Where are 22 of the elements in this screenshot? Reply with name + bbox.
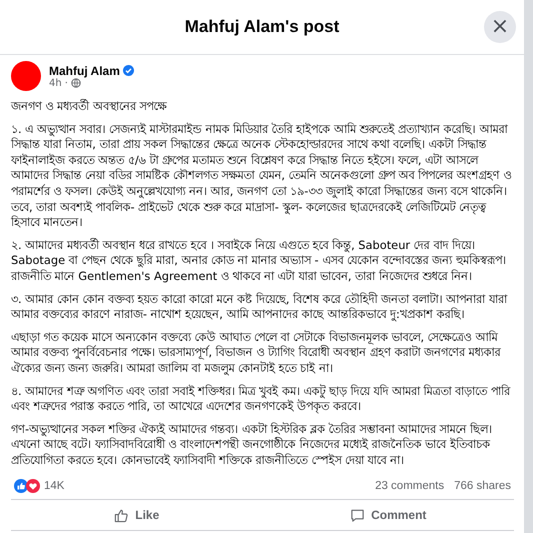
reaction-count[interactable]: 14K — [44, 480, 64, 492]
post-paragraph: ৪. আমাদের শত্রু অগণিত এবং তারা সবাই শক্তিধর। মিত্র খুবই কম। একটু ছাড় দিয়ে যদি আমরা মিত্রতা বাড়াতে পারি এবং শত্রুদের পরাস্ত করতে পারি, তা আখেরে এদেশের জনগণকেই উপকৃত করবে। — [11, 384, 512, 415]
action-button[interactable]: Comment — [262, 500, 514, 530]
share-count[interactable]: 766 shares — [454, 480, 511, 492]
like-reaction-icon — [14, 479, 28, 494]
thumbs-up-icon — [114, 508, 130, 523]
post-paragraph: গণ-অভ্যুত্থানের সকল শক্তির ঐক্যই আমাদের গন্তব্য। একটা হিস্টরিক ব্লক তৈরির সম্ভাবনা আমাদের সামনে ছিল। এখনো আছে বটে। ফ্যাসিবাদবিরোধী ও বাংলাদেশপন্থী জনগোষ্ঠীকে নিজেদের মধ্যেই রাজনৈতিক ভাবে ইতিবাচক প্রতিযোগিতা করতে হবে। কোনভাবেই ফ্যাসিবাদী শক্তিকে রাজনীতিতে স্পেইস দেয়া যাবে না। — [11, 422, 494, 468]
post-paragraph: জনগণ ও মধ্যবর্তী অবস্থানের সপক্ষে — [11, 99, 168, 115]
author-name[interactable]: Mahfuj Alam — [49, 64, 120, 78]
speech-bubble-icon — [350, 508, 366, 523]
close-button[interactable]: × — [484, 11, 516, 43]
action-button[interactable]: Like — [11, 500, 262, 530]
post-paragraph: ২. আমাদের মধ্যবর্তী অবস্থান ধরে রাখতে হবে । সবাইকে নিয়ে এগুতে হবে কিন্তু, Saboteur দের বাদ দিয়ে। Sabotage বা পেছন থেকে ছুরি মারা, অনার কোড না মানার অভ্যাস - এসব যেকোন বন্দোবস্তের জন্য হুমকিস্বরূপ। রাজনীতি মানে Gentlemen's Agreement ও থাকবে না এটা যারা ভাবেন, তারা নিজেদের শুধরে নিন। — [11, 238, 507, 285]
post-paragraph: এছাড়া গত কয়েক মাসে অন্যকোন বক্তব্যে কেউ আঘাত পেলে বা সেটাকে বিভাজনমূলক ভাবলে, সেক্ষেত্রেও আমি আমার বক্তব্য পুনর্বিবেচনার পক্ষে। ভারসাম্যপূর্ণ, বিভাজন ও ট্যাগিং বিরোধী অবস্থান গ্রহণ করাটা জনগণের মধ্যকার ঐক্যের জন্য জন্য জরুরি। আমরা জালিম বা মজলুম কোনটাই হতে চাই না। — [11, 330, 502, 376]
post-paragraph: ৩. আমার কোন কোন বক্তব্য হয়ত কারো কারো মনে কষ্ট দিয়েছে, বিশেষ করে তৌহিদী জনতা বলাটা। আপনারা যারা আমার বক্তব্যের কারণে নারাজ- নাখোশ হয়েছেন, আমি আপনাদের কাছে আন্তরিকভাবে দু:খপ্রকাশ করছি। — [11, 292, 508, 323]
heart-reaction-icon — [26, 479, 40, 494]
post-paragraph: ১. এ অভ্যুত্থান সবার। সেজন্যই মাস্টারমাইন্ড নামক মিডিয়ার তৈরি হাইপকে আমি শুরুতেই প্রত্যাখ্যান করেছি। আমরা সিদ্ধান্ত যারা নিতাম, তারা প্রায় সকল সিদ্ধান্তের ক্ষেত্রে অনেক স্টেকহোল্ডারদের সাথে কথা বলেছি। একটা সিদ্ধান্ত ফাইনালাইজ করতে অন্তত ৫/৬ টা গ্রুপের মতামত শুনে বিশ্লেষণ করে সিদ্ধান্ত নিতে হইসে। ফলে, এটা আসলে আমাদের সিদ্ধান্ত নেয়া বডির সামষ্টিক কৌশলগত সক্ষমতা যেমন, তেমনি অনেকগুলো গ্রুপ অব পিপলের অংশগ্রহণ ও পরামর্শের ও ফসল। কেউই অনুল্লেখযোগ্য নন। আর, জনগণ তো ১৯-৩৩ জুলাই কারো সিদ্ধান্তের জন্য বসে থাকেনি। তবে, তারা অবশ্যই পাবলিক- প্রাইভেট থেকে শুরু করে মাদ্রাসা- স্কুল- কলেজের ছাত্রদেরকেই লেজিটিমেট নেতৃত্ব হিসাবে মানতেন। — [11, 122, 512, 231]
dialog-title: Mahfuj Alam's post — [184, 17, 340, 37]
post-time[interactable]: 4h — [49, 78, 62, 88]
avatar[interactable] — [11, 61, 41, 91]
comment-count[interactable]: 23 comments — [375, 480, 444, 492]
separator-dot: · — [64, 78, 68, 88]
